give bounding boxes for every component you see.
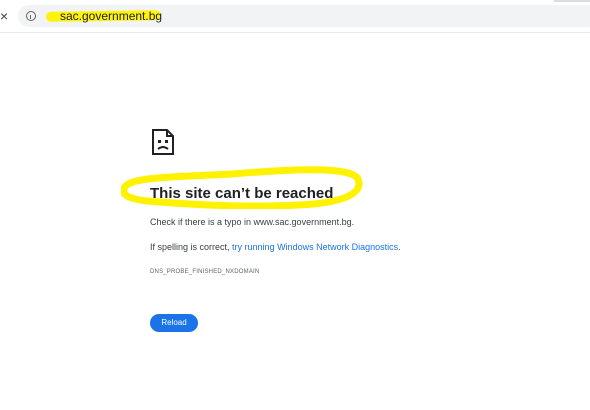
- address-bar-url[interactable]: sac.government.bg: [60, 9, 162, 23]
- error-code: DNS_PROBE_FINISHED_NXDOMAIN: [150, 269, 260, 275]
- tab-edge: [554, 0, 590, 2]
- error-title: This site can’t be reached: [150, 185, 334, 202]
- network-diagnostics-link[interactable]: try running Windows Network Diagnostics: [232, 242, 398, 252]
- diagnostics-prefix: If spelling is correct,: [150, 242, 230, 252]
- sad-page-icon: [152, 129, 174, 155]
- typo-message: Check if there is a typo in www.sac.gove…: [150, 217, 355, 227]
- browser-toolbar: × sac.government.bg: [0, 0, 590, 33]
- browser-window: × sac.government.bg This site can’t be r…: [0, 0, 590, 410]
- info-icon[interactable]: [26, 11, 36, 21]
- close-icon[interactable]: ×: [0, 9, 10, 23]
- reload-button[interactable]: Reload: [150, 314, 198, 332]
- address-bar[interactable]: sac.government.bg: [18, 5, 590, 27]
- diagnostics-suffix: .: [398, 242, 401, 252]
- diagnostics-message: If spelling is correct, try running Wind…: [150, 241, 401, 253]
